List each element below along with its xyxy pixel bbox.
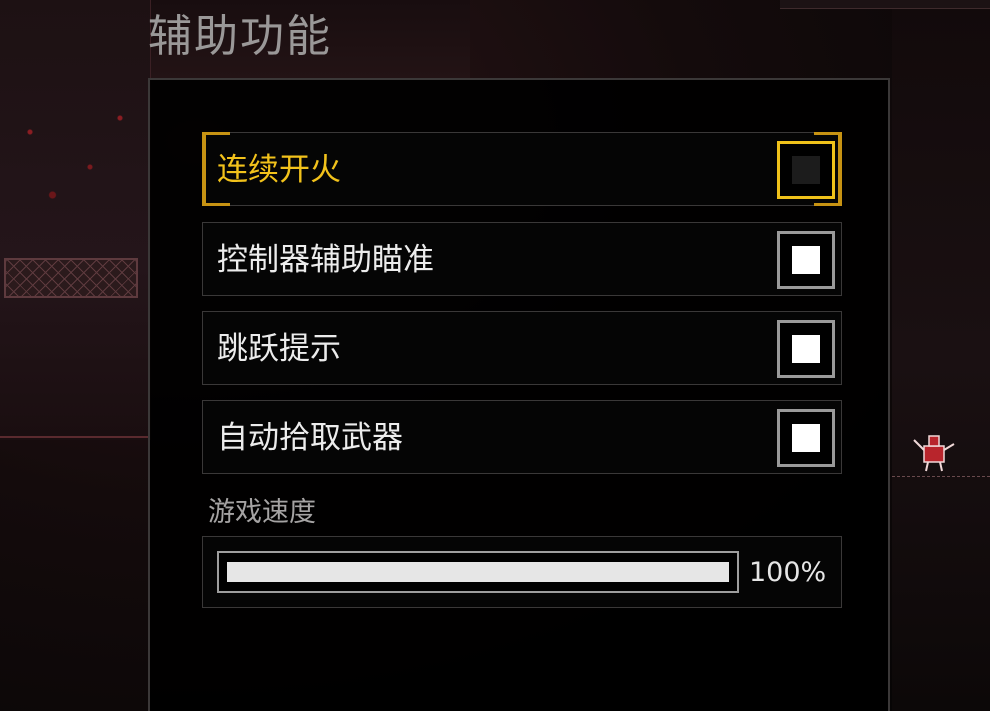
auto-pickup-checkbox[interactable] [777,409,835,467]
background-ceiling [780,0,990,9]
setting-row-auto-pickup-weapons[interactable]: 自动拾取武器 [202,400,842,474]
accessibility-panel: 连续开火 控制器辅助瞄准 跳跃提示 自动拾取武器 游戏速度 100% [148,78,890,711]
checkbox-mark [792,156,820,184]
setting-label: 控制器辅助瞄准 [217,242,434,278]
setting-label: 跳跃提示 [217,331,341,367]
game-speed-value: 100% [749,557,827,588]
checkbox-mark [792,246,820,274]
game-speed-label: 游戏速度 [208,497,316,528]
game-speed-slider-row[interactable]: 100% [202,536,842,608]
setting-row-controller-aim-assist[interactable]: 控制器辅助瞄准 [202,222,842,296]
background-blood-splatter [0,90,150,230]
page-title: 辅助功能 [148,11,332,62]
game-speed-slider[interactable] [217,551,739,593]
jump-hints-checkbox[interactable] [777,320,835,378]
continuous-fire-checkbox[interactable] [777,141,835,199]
setting-row-continuous-fire[interactable]: 连续开火 [202,132,842,206]
game-speed-slider-fill [227,562,729,582]
game-screen: 辅助功能 连续开火 控制器辅助瞄准 跳跃提示 自动拾取武器 游戏速度 100% [0,0,990,711]
setting-row-jump-hints[interactable]: 跳跃提示 [202,311,842,385]
enemy-robot-icon [913,435,955,472]
aim-assist-checkbox[interactable] [777,231,835,289]
background-platform [892,476,990,479]
background-right-wall [892,0,990,711]
background-floor [0,436,150,438]
setting-label: 自动拾取武器 [217,420,403,456]
checkbox-mark [792,424,820,452]
background-grate [4,258,138,298]
checkbox-mark [792,335,820,363]
setting-label: 连续开火 [217,152,341,188]
